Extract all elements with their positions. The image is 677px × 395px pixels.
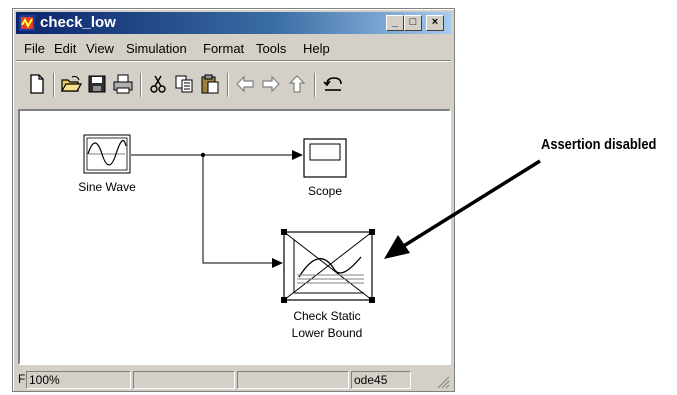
menu-help[interactable]: Help (303, 41, 330, 56)
menu-tools[interactable]: Tools (256, 41, 286, 56)
toolbar-separator (53, 73, 55, 97)
status-prefix: F (18, 372, 26, 386)
paste-icon[interactable] (199, 73, 221, 95)
save-icon[interactable] (86, 73, 108, 95)
menu-bar: File Edit View Simulation Format Tools H… (16, 37, 451, 59)
copy-icon[interactable] (173, 73, 195, 95)
toolbar-separator (314, 73, 316, 97)
annotation-label: Assertion disabled (541, 136, 657, 153)
forward-arrow-icon[interactable] (260, 73, 282, 95)
menu-edit[interactable]: Edit (54, 41, 76, 56)
status-bar: F 100% ode45 (16, 369, 451, 389)
status-cell-2 (133, 371, 235, 389)
up-arrow-icon[interactable] (286, 73, 308, 95)
toolbar-separator (140, 73, 142, 97)
toolbar (16, 63, 451, 103)
new-file-icon[interactable] (26, 73, 48, 95)
toolbar-separator (227, 73, 229, 97)
resize-grip-icon[interactable] (434, 373, 450, 389)
status-cell-3 (237, 371, 349, 389)
menu-format[interactable]: Format (203, 41, 244, 56)
close-button[interactable]: × (426, 15, 444, 31)
cut-icon[interactable] (147, 73, 169, 95)
menu-view[interactable]: View (86, 41, 114, 56)
menu-simulation[interactable]: Simulation (126, 41, 187, 56)
print-icon[interactable] (112, 73, 134, 95)
back-arrow-icon[interactable] (234, 73, 256, 95)
status-solver: ode45 (351, 371, 411, 389)
window-title: check_low (40, 14, 116, 31)
maximize-button[interactable]: □ (404, 15, 422, 31)
undo-icon[interactable] (322, 73, 344, 95)
status-zoom: 100% (26, 371, 131, 389)
annotation-arrow (384, 159, 541, 259)
minimize-button[interactable]: _ (386, 15, 404, 31)
menu-divider (16, 60, 451, 62)
title-bar[interactable]: check_low _ □ × (16, 12, 451, 34)
simulink-app-icon (19, 15, 35, 31)
menu-file[interactable]: File (24, 41, 45, 56)
open-folder-icon[interactable] (60, 73, 82, 95)
